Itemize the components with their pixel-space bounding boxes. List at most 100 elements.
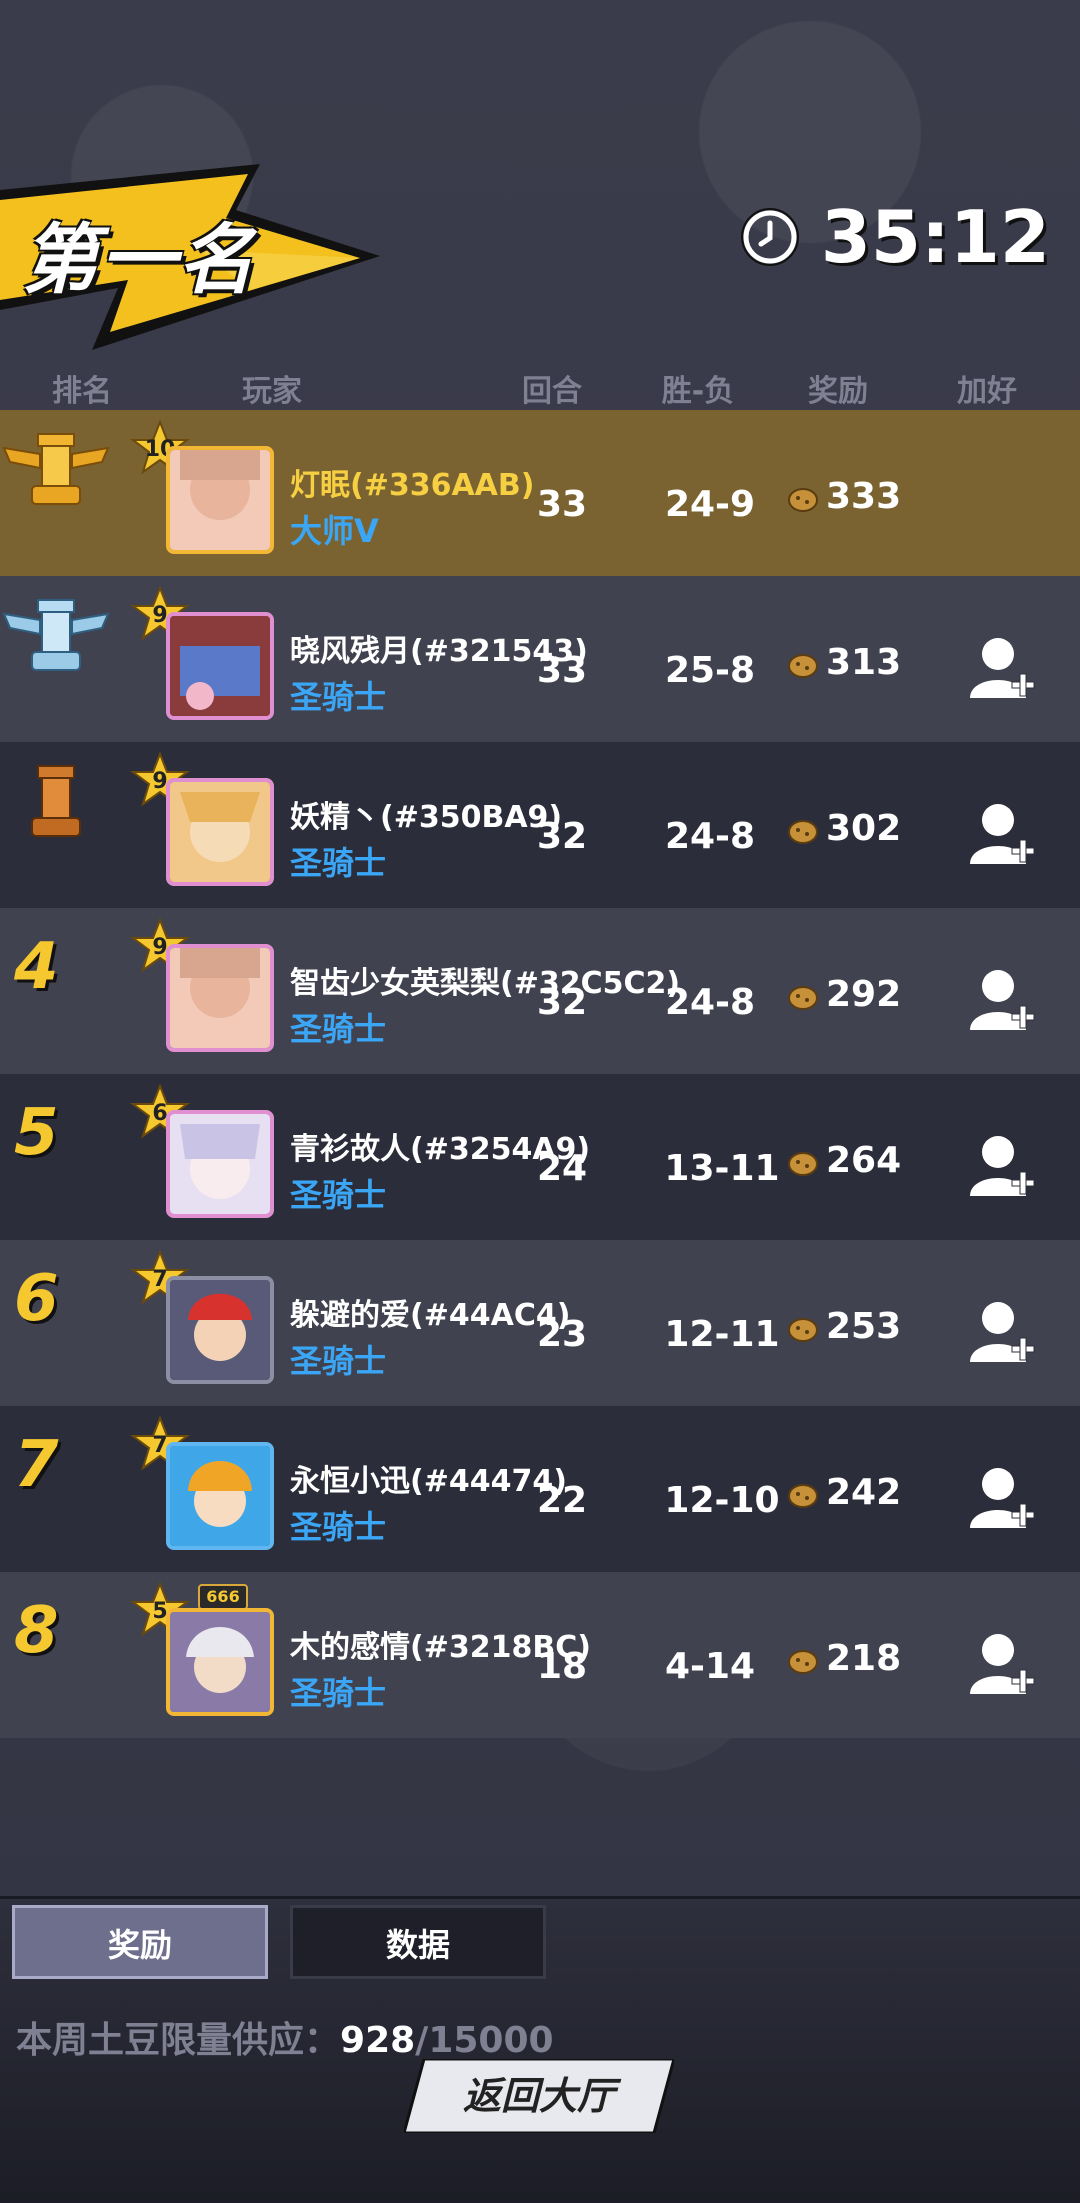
ranking-row: 6 7 躲避的爱(#44AC4) 圣骑士 23 12-11 253 — [0, 1240, 1080, 1406]
rank-number: 7 — [14, 1428, 59, 1502]
potato-coin-icon — [788, 653, 818, 678]
round-value: 32 — [536, 982, 588, 1023]
column-headers: 排名 玩家 回合 胜-负 奖励 加好友 — [0, 360, 1080, 453]
timer-text: 35:12 — [820, 195, 1050, 279]
avatar[interactable] — [166, 1442, 274, 1550]
win-loss-value: 12-11 — [664, 1314, 780, 1355]
col-win-loss: 胜-负 — [661, 374, 735, 409]
reward-value: 292 — [826, 974, 902, 1015]
tab-reward[interactable]: 奖励 — [12, 1905, 268, 1979]
player-title: 圣骑士 — [290, 1176, 387, 1214]
reward: 218 — [786, 1638, 901, 1679]
return-lobby-label: 返回大厅 — [462, 2074, 615, 2118]
col-player: 玩家 — [242, 374, 302, 409]
return-lobby-button[interactable]: 返回大厅 — [404, 2059, 674, 2133]
player-title: 圣骑士 — [290, 844, 387, 882]
round-value: 23 — [536, 1314, 588, 1355]
player-name[interactable]: 妖精丶(#350BA9) — [290, 792, 562, 836]
win-loss-value: 25-8 — [664, 650, 756, 691]
col-rank: 排名 — [52, 374, 112, 409]
potato-coin-icon — [788, 819, 818, 844]
reward-value: 302 — [826, 808, 902, 849]
potato-coin-icon — [788, 1151, 818, 1176]
avatar[interactable] — [166, 1276, 274, 1384]
match-timer: 35:12 — [740, 195, 1050, 279]
add-friend-icon[interactable] — [968, 1296, 1038, 1366]
ranking-row: 9 晓风残月(#321543) 圣骑士 33 25-8 313 — [0, 576, 1080, 742]
player-name[interactable]: 灯眠(#336AAB) — [290, 460, 534, 504]
ranking-row: 5 6 青衫故人(#3254A9) 圣骑士 24 13-11 264 — [0, 1074, 1080, 1240]
bottom-panel: 奖励 数据 本周土豆限量供应：928/15000 返回大厅 — [0, 1896, 1080, 2203]
ranking-row: 7 7 永恒小迅(#44474) 圣骑士 22 12-10 242 — [0, 1406, 1080, 1572]
col-round: 回合 — [522, 374, 582, 409]
rank-number: 8 — [14, 1594, 59, 1668]
reward: 264 — [786, 1140, 901, 1181]
player-title: 圣骑士 — [290, 1508, 387, 1546]
ranking-row: 10 灯眠(#336AAB) 大师V 33 24-9 333 — [0, 410, 1080, 576]
round-value: 22 — [536, 1480, 588, 1521]
win-loss-value: 12-10 — [664, 1480, 780, 1521]
reward-value: 242 — [826, 1472, 902, 1513]
add-friend-icon[interactable] — [968, 1130, 1038, 1200]
reward: 313 — [786, 642, 901, 683]
player-title: 圣骑士 — [290, 1674, 387, 1712]
player-title: 圣骑士 — [290, 678, 387, 716]
supply-current: 928 — [340, 2020, 416, 2061]
supply-max: /15000 — [415, 2020, 554, 2061]
ranking-row: 4 9 智齿少女英梨梨(#32C5C2) 圣骑士 32 24-8 292 — [0, 908, 1080, 1074]
round-value: 33 — [536, 650, 588, 691]
tab-data[interactable]: 数据 — [290, 1905, 546, 1979]
win-loss-value: 4-14 — [664, 1646, 756, 1687]
reward-value: 218 — [826, 1638, 902, 1679]
avatar[interactable] — [166, 944, 274, 1052]
potato-coin-icon — [788, 985, 818, 1010]
win-loss-value: 13-11 — [664, 1148, 780, 1189]
gold-rook-trophy-icon — [2, 433, 110, 505]
potato-coin-icon — [788, 1649, 818, 1674]
ranking-list: 10 灯眠(#336AAB) 大师V 33 24-9 333 9 晓风残月(#3… — [0, 410, 1080, 1738]
silver-rook-trophy-icon — [2, 599, 110, 671]
reward: 292 — [786, 974, 901, 1015]
reward: 242 — [786, 1472, 901, 1513]
rank-number: 4 — [14, 930, 59, 1004]
add-friend-icon[interactable] — [968, 632, 1038, 702]
player-title: 大师V — [290, 512, 379, 550]
add-friend-icon[interactable] — [968, 1462, 1038, 1532]
round-value: 18 — [536, 1646, 588, 1687]
round-value: 24 — [536, 1148, 588, 1189]
reward-value: 253 — [826, 1306, 902, 1347]
avatar[interactable] — [166, 446, 274, 554]
col-reward: 奖励 — [808, 374, 868, 409]
clock-icon — [740, 208, 799, 266]
win-loss-value: 24-9 — [664, 484, 756, 525]
avatar-frame-badge: 666 — [198, 1584, 248, 1610]
add-friend-icon[interactable] — [968, 1628, 1038, 1698]
ranking-row: 9 妖精丶(#350BA9) 圣骑士 32 24-8 302 — [0, 742, 1080, 908]
player-name[interactable]: 永恒小迅(#44474) — [290, 1456, 567, 1500]
reward: 302 — [786, 808, 901, 849]
potato-coin-icon — [788, 487, 818, 512]
rank-number: 5 — [14, 1096, 59, 1170]
avatar[interactable] — [166, 612, 274, 720]
round-value: 33 — [536, 484, 588, 525]
rank-title: 第一名 — [22, 215, 256, 304]
reward: 333 — [786, 476, 901, 517]
reward-value: 264 — [826, 1140, 902, 1181]
win-loss-value: 24-8 — [664, 982, 756, 1023]
bronze-rook-trophy-icon — [31, 765, 81, 837]
potato-coin-icon — [788, 1317, 818, 1342]
round-value: 32 — [536, 816, 588, 857]
potato-coin-icon — [788, 1483, 818, 1508]
reward-value: 313 — [826, 642, 902, 683]
rank-number: 6 — [14, 1262, 59, 1336]
add-friend-icon[interactable] — [968, 964, 1038, 1034]
player-title: 圣骑士 — [290, 1342, 387, 1380]
avatar[interactable] — [166, 1608, 274, 1716]
supply-label: 本周土豆限量供应： — [16, 2020, 341, 2061]
avatar[interactable] — [166, 1110, 274, 1218]
avatar[interactable] — [166, 778, 274, 886]
weekly-supply: 本周土豆限量供应：928/15000 — [16, 2011, 554, 2063]
add-friend-icon[interactable] — [968, 798, 1038, 868]
player-name[interactable]: 智齿少女英梨梨(#32C5C2) — [290, 958, 680, 1002]
player-name[interactable]: 躲避的爱(#44AC4) — [290, 1290, 570, 1334]
